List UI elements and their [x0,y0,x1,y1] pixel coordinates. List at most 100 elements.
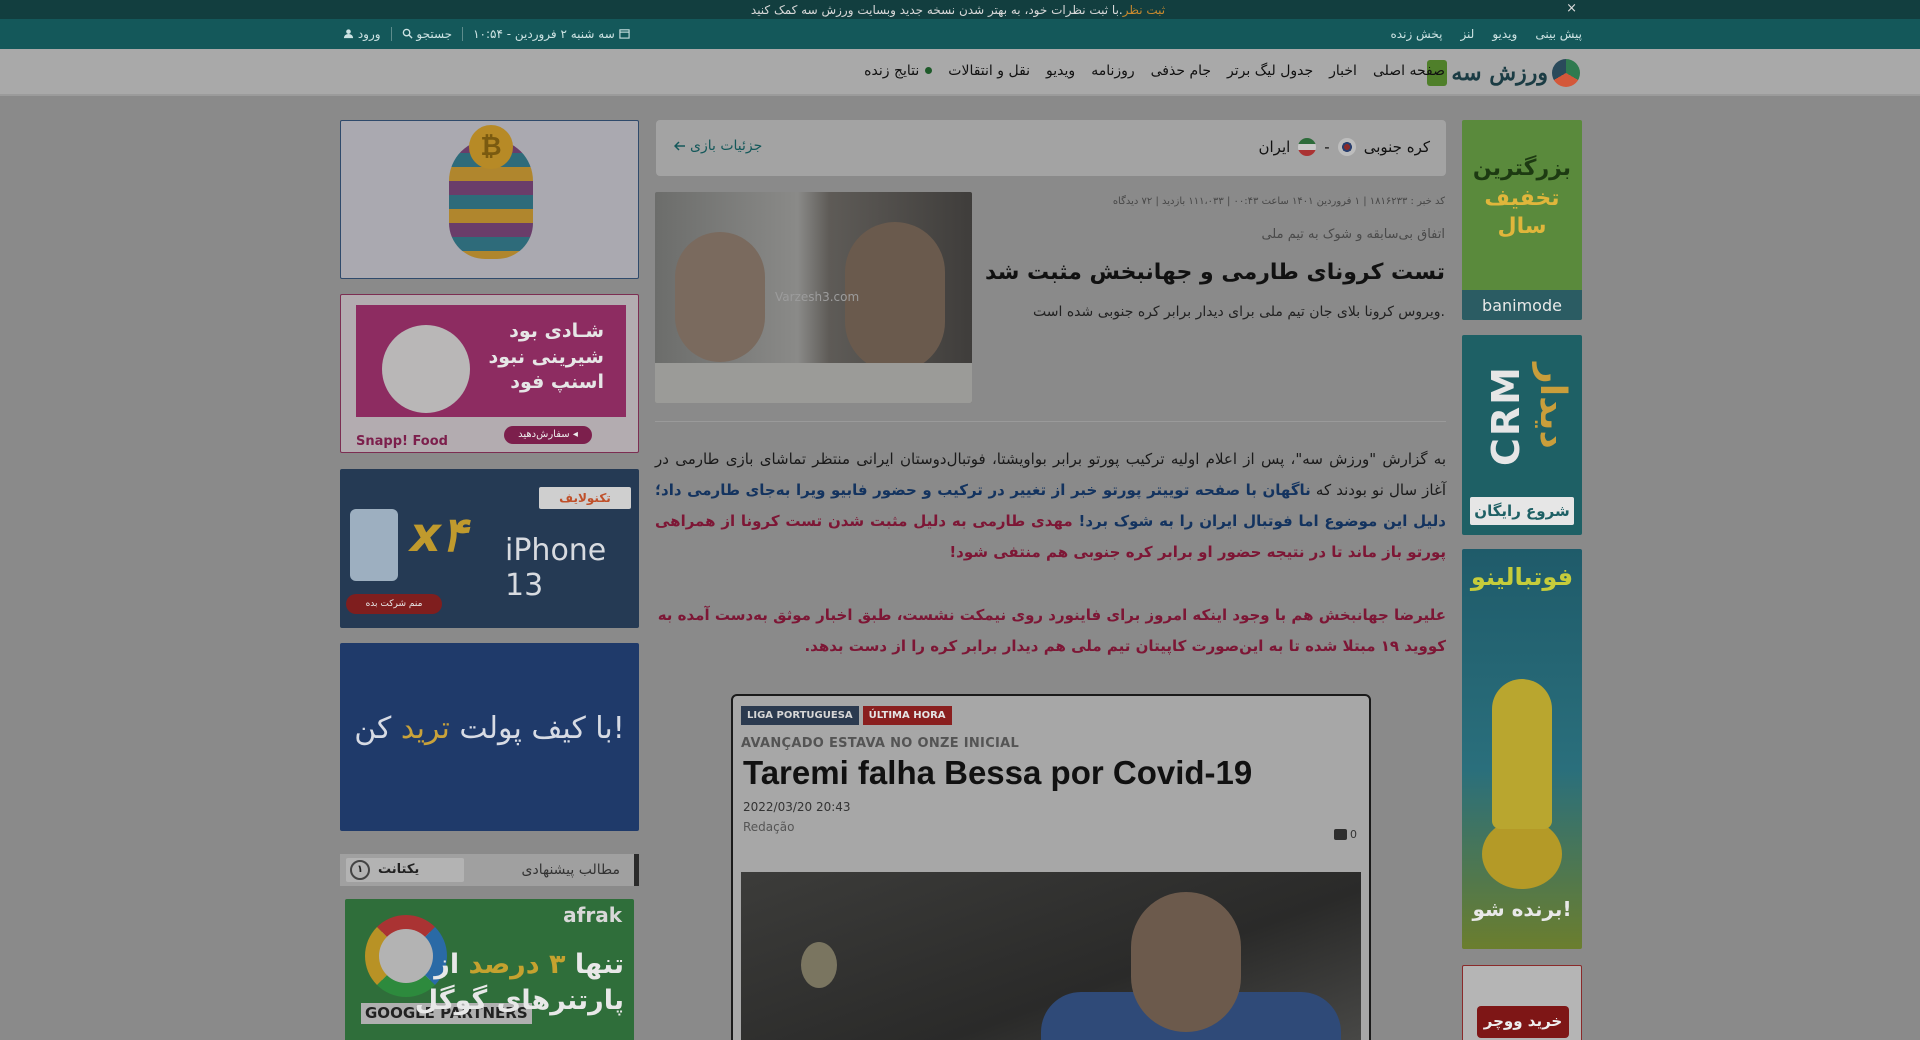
feedback-notice-text: با ثبت نظرات خود، به بهتر شدن نسخه جدید … [750,2,1123,17]
ad-iphone-image [350,509,398,581]
match-teams: کره جنوبی - ایران [1258,138,1430,156]
user-icon [343,29,354,39]
ad-footballino-pedestal [1482,819,1562,889]
login-button[interactable]: ورود [343,27,381,41]
iran-flag-icon [1298,138,1317,156]
recommended-header: مطالب پیشنهادی ۱ یکتانت [340,854,639,886]
ad-afrak-text: تنها ۳ درصد از پارتنرهای گوگل [415,947,624,1020]
embed-tags: LIGA PORTUGUESA ÚLTIMA HORA [741,706,952,725]
article-headline: تست کرونای طارمی و جهانبخش مثبت شد [985,260,1445,285]
utility-tools: ورود جستجو سه شنبه ۲ فروردین - ۱۰:۵۴ [343,27,630,41]
nav-item-live-results[interactable]: نتایج زنده [864,63,933,79]
search-label: جستجو [416,27,453,41]
nav-item-newspaper[interactable]: روزنامه [1091,63,1134,79]
ad-snappfood-line2: شیرینی نبود [488,345,604,368]
live-indicator-icon [925,67,933,74]
site-logo[interactable]: ورزش سه [1427,59,1580,87]
comment-icon [1334,829,1347,840]
player-photo-1 [675,232,765,362]
ad-afrak-line1-a: تنها [565,949,624,980]
home-team[interactable]: کره جنوبی [1364,138,1430,156]
ad-footballino[interactable]: فوتبالینو برنده شو! [1462,549,1582,949]
south-korea-flag-icon [1337,138,1356,156]
embed-title: Taremi falha Bessa por Covid-19 [743,754,1253,791]
ad-banimode-brand: banimode [1462,290,1582,320]
ad-crm-brand: دیدار [1532,363,1573,449]
nav-item-news[interactable]: اخبار [1329,63,1357,79]
utility-link-video[interactable]: ویدیو [1492,27,1517,41]
ad-banimode-line2: تخفیف [1484,185,1560,211]
team-separator: - [1324,138,1330,156]
ad-footballino-cta: برنده شو! [1472,897,1572,921]
embedded-article-card[interactable]: LIGA PORTUGUESA ÚLTIMA HORA AVANÇADO EST… [731,694,1371,1040]
article-paragraph-1: به گزارش "ورزش سه"، پس از اعلام اولیه تر… [655,444,1446,568]
search-icon [402,28,413,39]
image-watermark: Varzesh3.com [775,290,860,304]
embed-photo [741,872,1361,1040]
ad-banimode-line3: سال [1497,214,1547,240]
utility-links: پیش بینی ویدیو لنز پخش زنده [1391,27,1582,41]
ad-afrak-brand: afrak [563,903,622,927]
feedback-notice-link[interactable]: ثبت نظر [1123,3,1165,17]
recommended-provider-logo[interactable]: ۱ یکتانت [346,858,464,882]
nav-item-league-table[interactable]: جدول لیگ برتر [1227,63,1313,79]
ad-technolife[interactable]: x۴ iPhone 13 تکنولایف منم شرکت بده [340,469,639,628]
player-photo-2 [845,222,945,372]
ad-crm-word: CRM [1484,365,1528,466]
nav-item-live-results-label: نتایج زنده [864,63,920,79]
embed-tag-breaking: ÚLTIMA HORA [862,706,952,725]
ad-snappfood-line3: اسنپ فود [510,371,604,394]
close-icon[interactable]: × [1566,1,1577,16]
ad-afrak-line1-b: از [434,949,469,980]
ad-wallet-text-part1: با کیف پولت [449,711,613,746]
article-subtitle: اتفاق بی‌سابقه و شوک به تیم ملی [1261,227,1445,242]
away-team[interactable]: ایران [1258,138,1290,156]
ad-afrak[interactable]: afrak GOOGLE PARTNERS تنها ۳ درصد از پار… [345,899,634,1040]
ad-afrak-line2: پارتنرهای گوگل [414,985,624,1017]
divider [390,27,392,41]
ad-snappfood-brand: Snapp! Food [356,434,448,449]
ad-footballino-player-image [1492,679,1552,829]
nav-item-video[interactable]: ویدیو [1046,63,1075,79]
article-meta: کد خبر : ۱۸۱۶۲۳۳ | ۱ فروردین ۱۴۰۱ ساعت ۰… [1112,196,1445,207]
nav-item-cup[interactable]: جام حذفی [1151,63,1211,79]
ad-snappfood-text: شـادی بود شیرینی نبود اسنپ فود [488,319,604,396]
jersey-area [655,363,972,403]
ad-wallet-text-highlight: ترید [400,711,450,746]
utility-link-lens[interactable]: لنز [1460,27,1474,41]
bitcoin-icon: ₿ [469,125,513,169]
logo-text: ورزش سه [1451,60,1548,86]
ad-banimode-line1: بزرگترین [1472,156,1572,181]
ad-wallet-text: با کیف پولت ترید کن! [340,711,639,746]
ad-crypto-egg[interactable]: ₿ [340,120,639,279]
main-navigation: ورزش سه صفحه اصلی اخبار جدول لیگ برتر جا… [0,49,1920,96]
ad-voucher[interactable]: خرید ووچر [1462,965,1582,1040]
ad-voucher-cta: خرید ووچر [1477,1006,1569,1038]
ad-footballino-title: فوتبالینو [1470,563,1574,591]
utility-link-predictions[interactable]: پیش بینی [1535,27,1582,41]
search-button[interactable]: جستجو [402,27,453,41]
arrow-left-icon [673,141,685,151]
ad-technolife-brand: تکنولایف [539,487,631,509]
utility-link-live-stream[interactable]: پخش زنده [1391,27,1443,41]
provider-ring-icon: ۱ [350,860,370,880]
ad-wallet-trade[interactable]: با کیف پولت ترید کن! [340,643,639,831]
recommended-label: مطالب پیشنهادی [521,862,620,878]
ad-didar-crm[interactable]: CRM دیدار شروع رایگان [1462,335,1582,535]
ad-technolife-model: iPhone 13 [505,533,607,603]
embed-author: Redação [743,820,795,834]
ad-technolife-cta: منم شرکت بده [346,594,442,614]
article-paragraph-2: علیرضا جهانبخش هم با وجود اینکه امروز بر… [657,606,1446,655]
ad-snappfood[interactable]: شـادی بود شیرینی نبود اسنپ فود Snapp! Fo… [340,294,639,453]
nav-items: صفحه اصلی اخبار جدول لیگ برتر جام حذفی ر… [864,63,1445,79]
nav-item-home[interactable]: صفحه اصلی [1373,63,1445,79]
nav-item-transfers[interactable]: نقل و انتقالات [948,63,1030,79]
stadium-light [801,942,837,988]
feedback-notice-bar: با ثبت نظرات خود، به بهتر شدن نسخه جدید … [0,0,1920,19]
article-lead: ویروس کرونا بلای جان تیم ملی برای دیدار … [1033,304,1445,320]
current-date: سه شنبه ۲ فروردین - ۱۰:۵۴ [473,27,630,41]
utility-bar: پیش بینی ویدیو لنز پخش زنده ورود جستجو س… [0,19,1920,49]
embed-comments: 0 [1334,828,1357,841]
match-details-link[interactable]: جزئیات بازی [673,138,762,154]
ad-banimode[interactable]: بزرگترین تخفیف سال banimode [1462,120,1582,320]
